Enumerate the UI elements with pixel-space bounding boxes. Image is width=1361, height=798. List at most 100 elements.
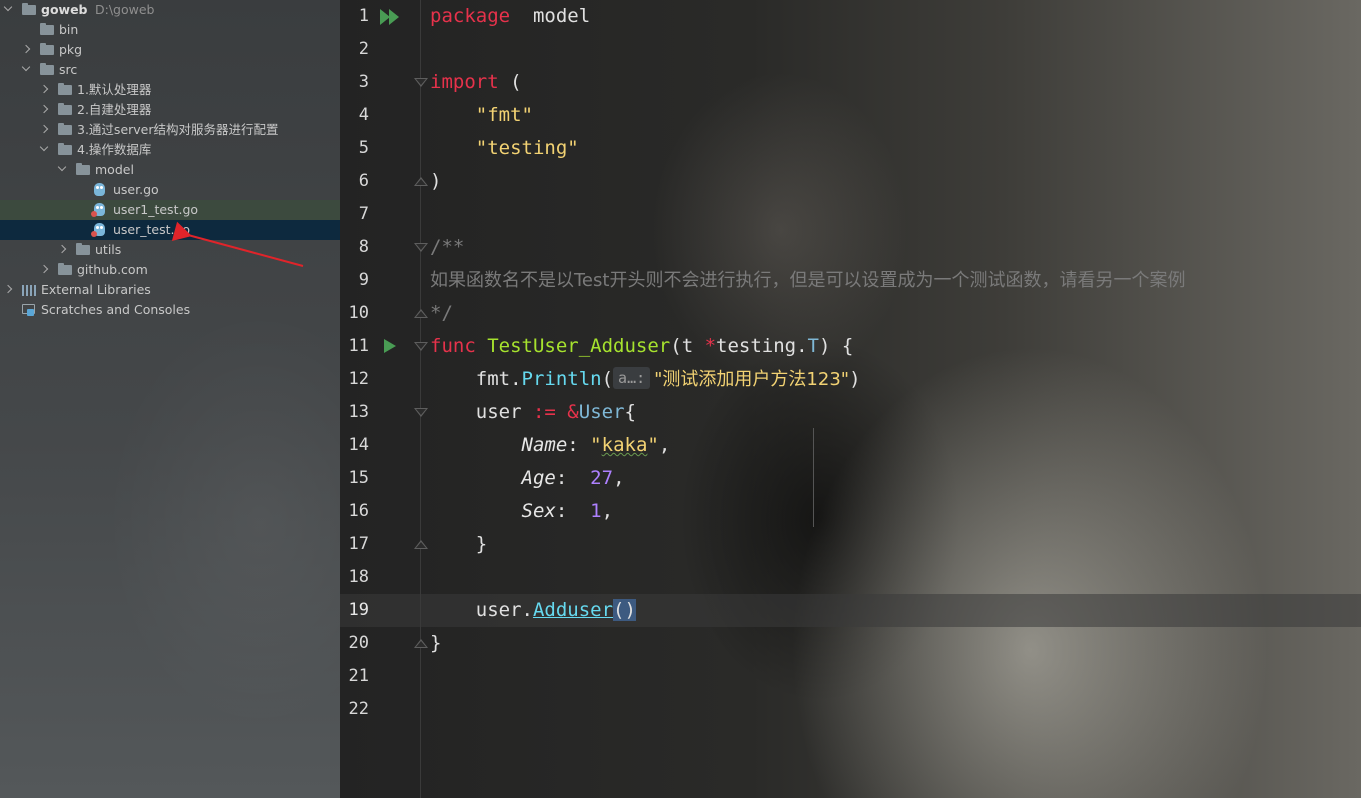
code-token: User bbox=[578, 401, 625, 423]
tree-item-label: user1_test.go bbox=[113, 202, 199, 217]
code-editor[interactable]: 1 package model 2 3 import (4 "fmt" 5 "testin… bbox=[340, 0, 1361, 798]
code-line[interactable]: 6) bbox=[340, 165, 1361, 198]
code-token: user bbox=[430, 401, 533, 423]
code-line[interactable]: 14 Name: "kaka", bbox=[340, 429, 1361, 462]
code-line[interactable]: 5 "testing" bbox=[340, 132, 1361, 165]
code-text[interactable]: Age: 27, bbox=[430, 462, 625, 495]
folder-icon bbox=[76, 243, 90, 255]
tree-item[interactable]: src bbox=[0, 60, 340, 80]
code-line[interactable]: 10 */ bbox=[340, 297, 1361, 330]
code-line[interactable]: 11 func TestUser_Adduser(t *testing.T) { bbox=[340, 330, 1361, 363]
code-text[interactable]: "testing" bbox=[430, 132, 579, 165]
tree-item[interactable]: Scratches and Consoles bbox=[0, 300, 340, 320]
tree-item[interactable]: 2.自建处理器 bbox=[0, 100, 340, 120]
tree-item[interactable]: 4.操作数据库 bbox=[0, 140, 340, 160]
tree-item-label: 4.操作数据库 bbox=[77, 142, 152, 157]
chevron-right-icon[interactable] bbox=[57, 244, 67, 254]
code-text[interactable]: } bbox=[430, 627, 441, 660]
line-number: 13 bbox=[348, 402, 369, 422]
tree-item[interactable]: user1_test.go bbox=[0, 200, 340, 220]
tree-item[interactable]: 3.通过server结构对服务器进行配置 bbox=[0, 120, 340, 140]
chevron-right-icon[interactable] bbox=[39, 124, 49, 134]
chevron-down-icon[interactable] bbox=[3, 2, 13, 12]
code-text[interactable]: } bbox=[430, 528, 487, 561]
code-line[interactable]: 16 Sex: 1, bbox=[340, 495, 1361, 528]
code-line[interactable]: 18 bbox=[340, 561, 1361, 594]
test-badge-icon bbox=[91, 231, 97, 237]
code-line[interactable]: 20} bbox=[340, 627, 1361, 660]
chevron-right-icon[interactable] bbox=[39, 264, 49, 274]
code-line[interactable]: 21 bbox=[340, 660, 1361, 693]
code-line[interactable]: 19 user.Adduser() bbox=[340, 594, 1361, 627]
chevron-right-icon[interactable] bbox=[21, 44, 31, 54]
code-text[interactable]: */ bbox=[430, 297, 453, 330]
scratch-icon bbox=[22, 304, 35, 316]
code-token: Println bbox=[521, 368, 602, 390]
code-text[interactable]: import ( bbox=[430, 66, 522, 99]
run-all-icon[interactable] bbox=[380, 9, 402, 25]
tree-item-label: External Libraries bbox=[41, 282, 151, 297]
tree-item[interactable]: 1.默认处理器 bbox=[0, 80, 340, 100]
code-text[interactable]: /** bbox=[430, 231, 464, 264]
code-line[interactable]: 9 如果函数名不是以Test开头则不会进行执行，但是可以设置成为一个测试函数，请看… bbox=[340, 264, 1361, 297]
code-token: fmt. bbox=[430, 368, 522, 390]
code-line[interactable]: 17 } bbox=[340, 528, 1361, 561]
fold-end-icon[interactable] bbox=[414, 639, 428, 648]
code-text[interactable]: 如果函数名不是以Test开头则不会进行执行，但是可以设置成为一个测试函数，请看另… bbox=[430, 264, 1185, 297]
chevron-down-icon[interactable] bbox=[57, 162, 67, 172]
fold-collapse-icon[interactable] bbox=[414, 342, 428, 351]
code-line[interactable]: 12 fmt.Println(a…: "测试添加用户方法123") bbox=[340, 363, 1361, 396]
code-token: Name bbox=[521, 434, 568, 456]
tree-item[interactable]: goweb D:\goweb bbox=[0, 0, 340, 20]
chevron-down-icon[interactable] bbox=[21, 62, 31, 72]
code-line[interactable]: 13 user := &User{ bbox=[340, 396, 1361, 429]
code-line[interactable]: 7 bbox=[340, 198, 1361, 231]
tree-item-label: 1.默认处理器 bbox=[77, 82, 152, 97]
code-text[interactable]: Sex: 1, bbox=[430, 495, 614, 528]
line-number: 3 bbox=[358, 72, 369, 92]
code-token: 如果函数名不是以Test开头则不会进行执行，但是可以设置成为一个测试函数，请看另… bbox=[430, 270, 1186, 291]
run-test-icon[interactable] bbox=[384, 339, 396, 353]
tree-item[interactable]: github.com bbox=[0, 260, 340, 280]
code-text[interactable]: user := &User{ bbox=[430, 396, 636, 429]
code-line[interactable]: 22 bbox=[340, 693, 1361, 726]
tree-item[interactable]: bin bbox=[0, 20, 340, 40]
chevron-right-icon[interactable] bbox=[3, 284, 13, 294]
tree-item[interactable]: utils bbox=[0, 240, 340, 260]
fold-end-icon[interactable] bbox=[414, 309, 428, 318]
code-line[interactable]: 2 bbox=[340, 33, 1361, 66]
code-text[interactable]: func TestUser_Adduser(t *testing.T) { bbox=[430, 330, 853, 363]
code-token: import bbox=[430, 71, 499, 93]
line-number: 16 bbox=[348, 501, 369, 521]
fold-collapse-icon[interactable] bbox=[414, 243, 428, 252]
code-line[interactable]: 1 package model bbox=[340, 0, 1361, 33]
fold-end-icon[interactable] bbox=[414, 177, 428, 186]
tree-item[interactable]: External Libraries bbox=[0, 280, 340, 300]
code-line[interactable]: 3 import ( bbox=[340, 66, 1361, 99]
fold-end-icon[interactable] bbox=[414, 540, 428, 549]
code-text[interactable]: Name: "kaka", bbox=[430, 429, 671, 462]
fold-collapse-icon[interactable] bbox=[414, 78, 428, 87]
chevron-right-icon[interactable] bbox=[39, 104, 49, 114]
project-tree-panel[interactable]: goweb D:\goweb bin pkg src 1.默认处理器 2.自建处理器 3.通过… bbox=[0, 0, 340, 798]
code-line[interactable]: 4 "fmt" bbox=[340, 99, 1361, 132]
code-line[interactable]: 8 /** bbox=[340, 231, 1361, 264]
tree-item[interactable]: pkg bbox=[0, 40, 340, 60]
tree-item-label: src bbox=[59, 62, 78, 77]
tree-item[interactable]: user.go bbox=[0, 180, 340, 200]
go-test-file-icon bbox=[91, 203, 105, 217]
code-token: : bbox=[555, 500, 591, 522]
fold-collapse-icon[interactable] bbox=[414, 408, 428, 417]
code-text[interactable]: "fmt" bbox=[430, 99, 533, 132]
code-text[interactable]: package model bbox=[430, 0, 590, 33]
code-text[interactable]: ) bbox=[430, 165, 441, 198]
tree-item[interactable]: user_test.go bbox=[0, 220, 340, 240]
tree-item[interactable]: model bbox=[0, 160, 340, 180]
code-line[interactable]: 15 Age: 27, bbox=[340, 462, 1361, 495]
code-token: "fmt" bbox=[475, 104, 533, 126]
chevron-down-icon[interactable] bbox=[39, 142, 49, 152]
code-text[interactable]: user.Adduser() bbox=[430, 594, 636, 627]
chevron-right-icon[interactable] bbox=[39, 84, 49, 94]
code-text[interactable]: fmt.Println(a…: "测试添加用户方法123") bbox=[430, 363, 861, 396]
